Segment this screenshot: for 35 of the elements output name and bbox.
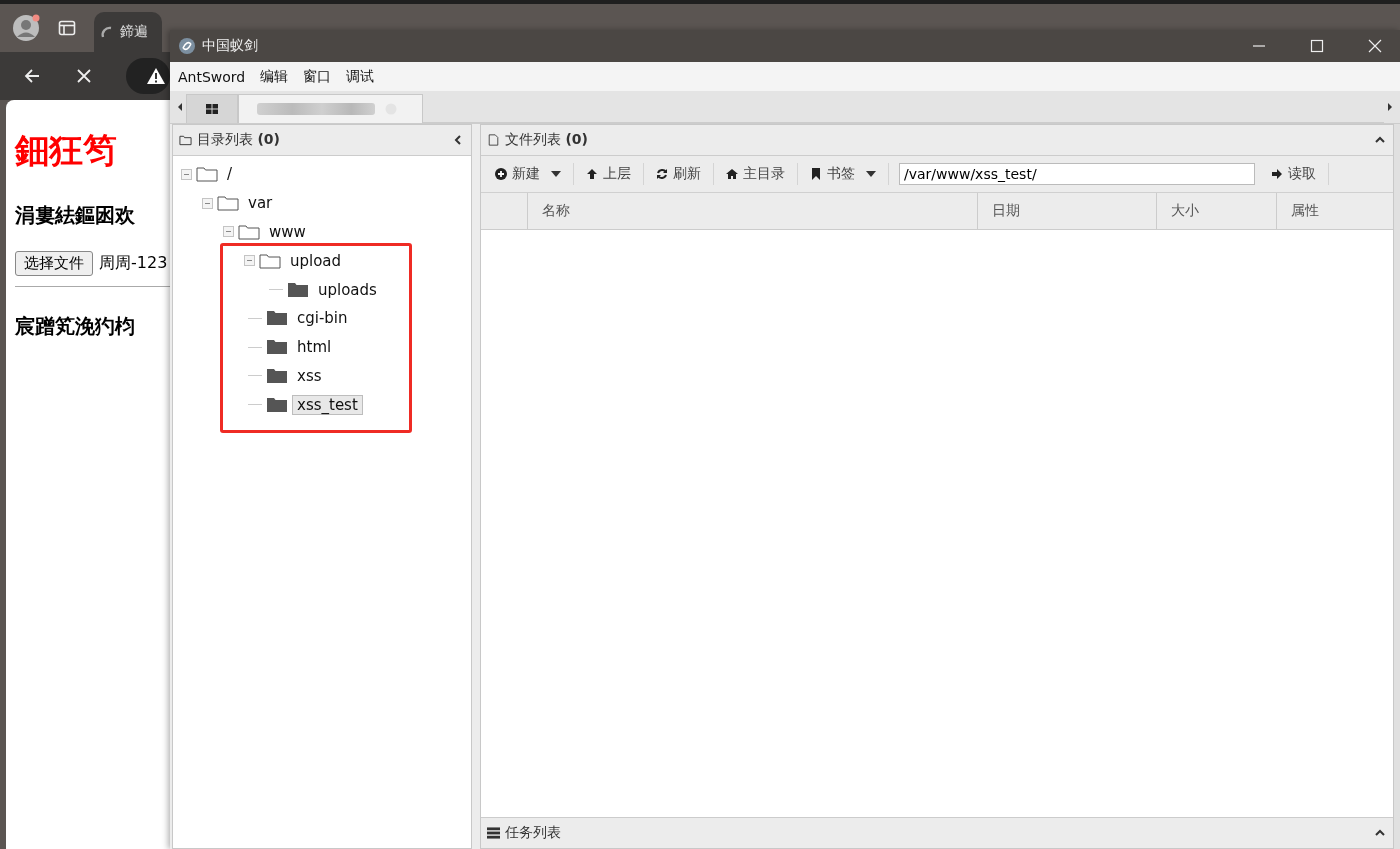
path-field[interactable]: /var/www/xss_test/ [899, 163, 1255, 185]
tree-item[interactable]: uploads [313, 279, 382, 300]
toolbar-button[interactable]: 主目录 [718, 161, 793, 187]
panel-title: 文件列表 (0) [505, 131, 588, 149]
toolbar-button[interactable]: 新建 [487, 161, 569, 187]
panel-title: 目录列表 (0) [197, 131, 280, 149]
toolbar-button[interactable]: 上层 [578, 161, 639, 187]
column-header[interactable]: 日期 [978, 193, 1157, 229]
menu-item[interactable]: AntSword [178, 68, 246, 85]
menu-item[interactable]: 窗口 [303, 67, 332, 86]
browser-tab[interactable]: 鍗遍 [94, 12, 162, 52]
section-heading: 宸蹭笂浼犳枃 [15, 313, 135, 340]
window-title: 中国蚁剑 [202, 37, 258, 55]
choose-file-button[interactable]: 选择文件 [15, 251, 93, 276]
toolbar-button[interactable]: 刷新 [648, 161, 709, 187]
menu-item[interactable]: 编辑 [260, 67, 289, 86]
tree-item[interactable]: xss_test [292, 394, 363, 415]
tree-item[interactable]: cgi-bin [292, 308, 353, 329]
menu-item[interactable]: 调试 [346, 67, 375, 86]
tree-item[interactable]: html [292, 337, 337, 358]
panel-title: 任务列表 [505, 824, 561, 842]
page-subheading: 涓婁紶鏂囦欢 [15, 202, 135, 229]
column-header[interactable]: 名称 [528, 193, 978, 229]
toolbar-button[interactable]: 书签 [802, 161, 884, 187]
tree-item[interactable]: upload [285, 250, 347, 271]
tree-item[interactable]: xss [292, 365, 327, 386]
tab-title: 鍗遍 [120, 23, 148, 41]
file-name: 周周-123 [99, 253, 168, 274]
column-header[interactable]: 大小 [1157, 193, 1277, 229]
tree-item[interactable]: / [222, 164, 238, 185]
tree-item[interactable]: www [264, 222, 311, 242]
column-header[interactable]: 属性 [1277, 193, 1393, 229]
page-heading: 鈿狂笉 [15, 129, 117, 172]
read-button[interactable]: 读取 [1263, 161, 1324, 187]
tree-item[interactable]: var [243, 193, 278, 214]
